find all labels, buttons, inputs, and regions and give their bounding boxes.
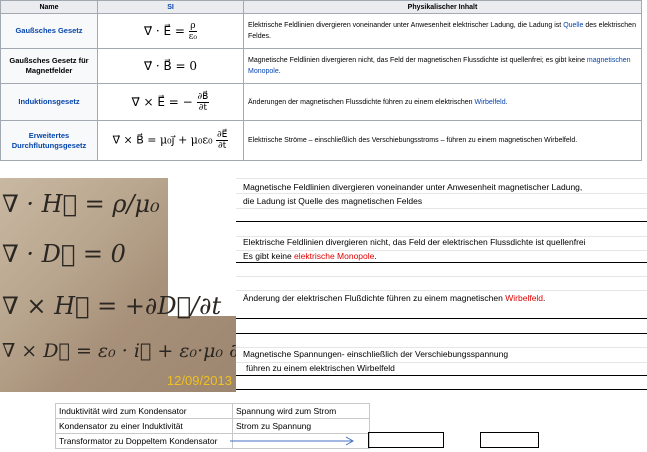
maxwell-equations-table: Name SI Physikalischer Inhalt Gaußsches … <box>0 0 642 161</box>
handwritten-line: ∇ × H⃗ = +∂D⃗/∂t <box>2 292 222 320</box>
handwritten-line: ∇ × D⃗ = ε₀ · i⃗ + ε₀·μ₀ ∂H⃗/∂t <box>2 340 236 362</box>
law-name[interactable]: Gaußsches Gesetz <box>0 13 98 49</box>
table-row: Erweitertes Durchflutungsgesetz ∇⃗ × B⃗ … <box>0 120 642 161</box>
wirbelfeld-link[interactable]: Wirbelfeld <box>474 99 505 106</box>
physical-content: Änderungen der magnetischen Flussdichte … <box>243 83 642 121</box>
law-name[interactable]: Erweitertes Durchflutungsgesetz <box>0 120 98 161</box>
table-cell[interactable]: Spannung wird zum Strom <box>232 403 370 419</box>
grid-line <box>236 276 647 277</box>
handwritten-line: ∇ · D⃗ = 0 <box>2 240 126 268</box>
header-name: Name <box>0 0 98 14</box>
table-header-row: Name SI Physikalischer Inhalt <box>0 0 642 14</box>
arrow-right-icon <box>230 436 355 446</box>
sheet-cell[interactable]: Elektrische Feldlinien divergieren nicht… <box>243 235 586 250</box>
photo-date-stamp: 12/09/2013 <box>166 373 232 388</box>
empty-bordered-cell[interactable] <box>368 432 444 448</box>
physical-content: Magnetische Feldlinien divergieren nicht… <box>243 48 642 84</box>
table-row: Kondensator zu einer Induktivität Strom … <box>55 418 370 434</box>
sheet-cell[interactable]: die Ladung ist Quelle des magnetischen F… <box>243 194 422 209</box>
table-row: Induktionsgesetz ∇⃗ × E⃗ = − ∂B⃗ ∂t Änder… <box>0 83 642 121</box>
quelle-link[interactable]: Quelle <box>563 22 583 29</box>
cell-border <box>236 333 647 334</box>
physical-content: Elektrische Ströme – einschließlich des … <box>243 120 642 161</box>
table-cell[interactable]: Induktivität wird zum Kondensator <box>55 403 233 419</box>
sheet-cell[interactable]: Magnetische Feldlinien divergieren vonei… <box>243 180 582 195</box>
table-row: Induktivität wird zum Kondensator Spannu… <box>55 403 370 419</box>
table-cell[interactable]: Strom zu Spannung <box>232 418 370 434</box>
table-cell[interactable]: Transformator zu Doppeltem Kondensator <box>55 433 233 449</box>
table-row: Gaußsches Gesetz ∇⃗ · E⃗ = ρ ε₀ Elektrisc… <box>0 13 642 49</box>
table-cell[interactable]: Kondensator zu einer Induktivität <box>55 418 233 434</box>
law-name[interactable]: Induktionsgesetz <box>0 83 98 121</box>
handwritten-equations-photo: ∇ · H⃗ = ρ/μ₀ ∇ · D⃗ = 0 ∇ × H⃗ = +∂D⃗/∂… <box>0 178 236 392</box>
physical-content: Elektrische Feldlinien divergieren vonei… <box>243 13 642 49</box>
sheet-cell[interactable]: Änderung der elektrischen Flußdichte füh… <box>243 291 545 306</box>
sheet-cell[interactable]: führen zu einem elektrischen Wirbelfeld <box>246 361 395 376</box>
header-si: SI <box>97 0 244 14</box>
header-content: Physikalischer Inhalt <box>243 0 642 14</box>
cell-border <box>236 389 647 390</box>
sheet-cell[interactable]: Es gibt keine elektrische Monopole. <box>243 249 377 264</box>
law-name: Gaußsches Gesetz für Magnetfelder <box>0 48 98 84</box>
equation: ∇⃗ · E⃗ = ρ ε₀ <box>97 13 244 49</box>
equation: ∇⃗ × B⃗ = μ₀j⃗ + μ₀ε₀ ∂E⃗ ∂t <box>97 120 244 161</box>
equation: ∇⃗ · B⃗ = 0 <box>97 48 244 84</box>
equation: ∇⃗ × E⃗ = − ∂B⃗ ∂t <box>97 83 244 121</box>
cell-border <box>236 221 647 222</box>
cell-border <box>236 318 647 319</box>
handwritten-line: ∇ · H⃗ = ρ/μ₀ <box>2 190 160 218</box>
table-row: Gaußsches Gesetz für Magnetfelder ∇⃗ · B… <box>0 48 642 84</box>
grid-line <box>236 178 647 179</box>
empty-bordered-cell[interactable] <box>480 432 539 448</box>
sheet-cell[interactable]: Magnetische Spannungen- einschließlich d… <box>243 347 508 362</box>
